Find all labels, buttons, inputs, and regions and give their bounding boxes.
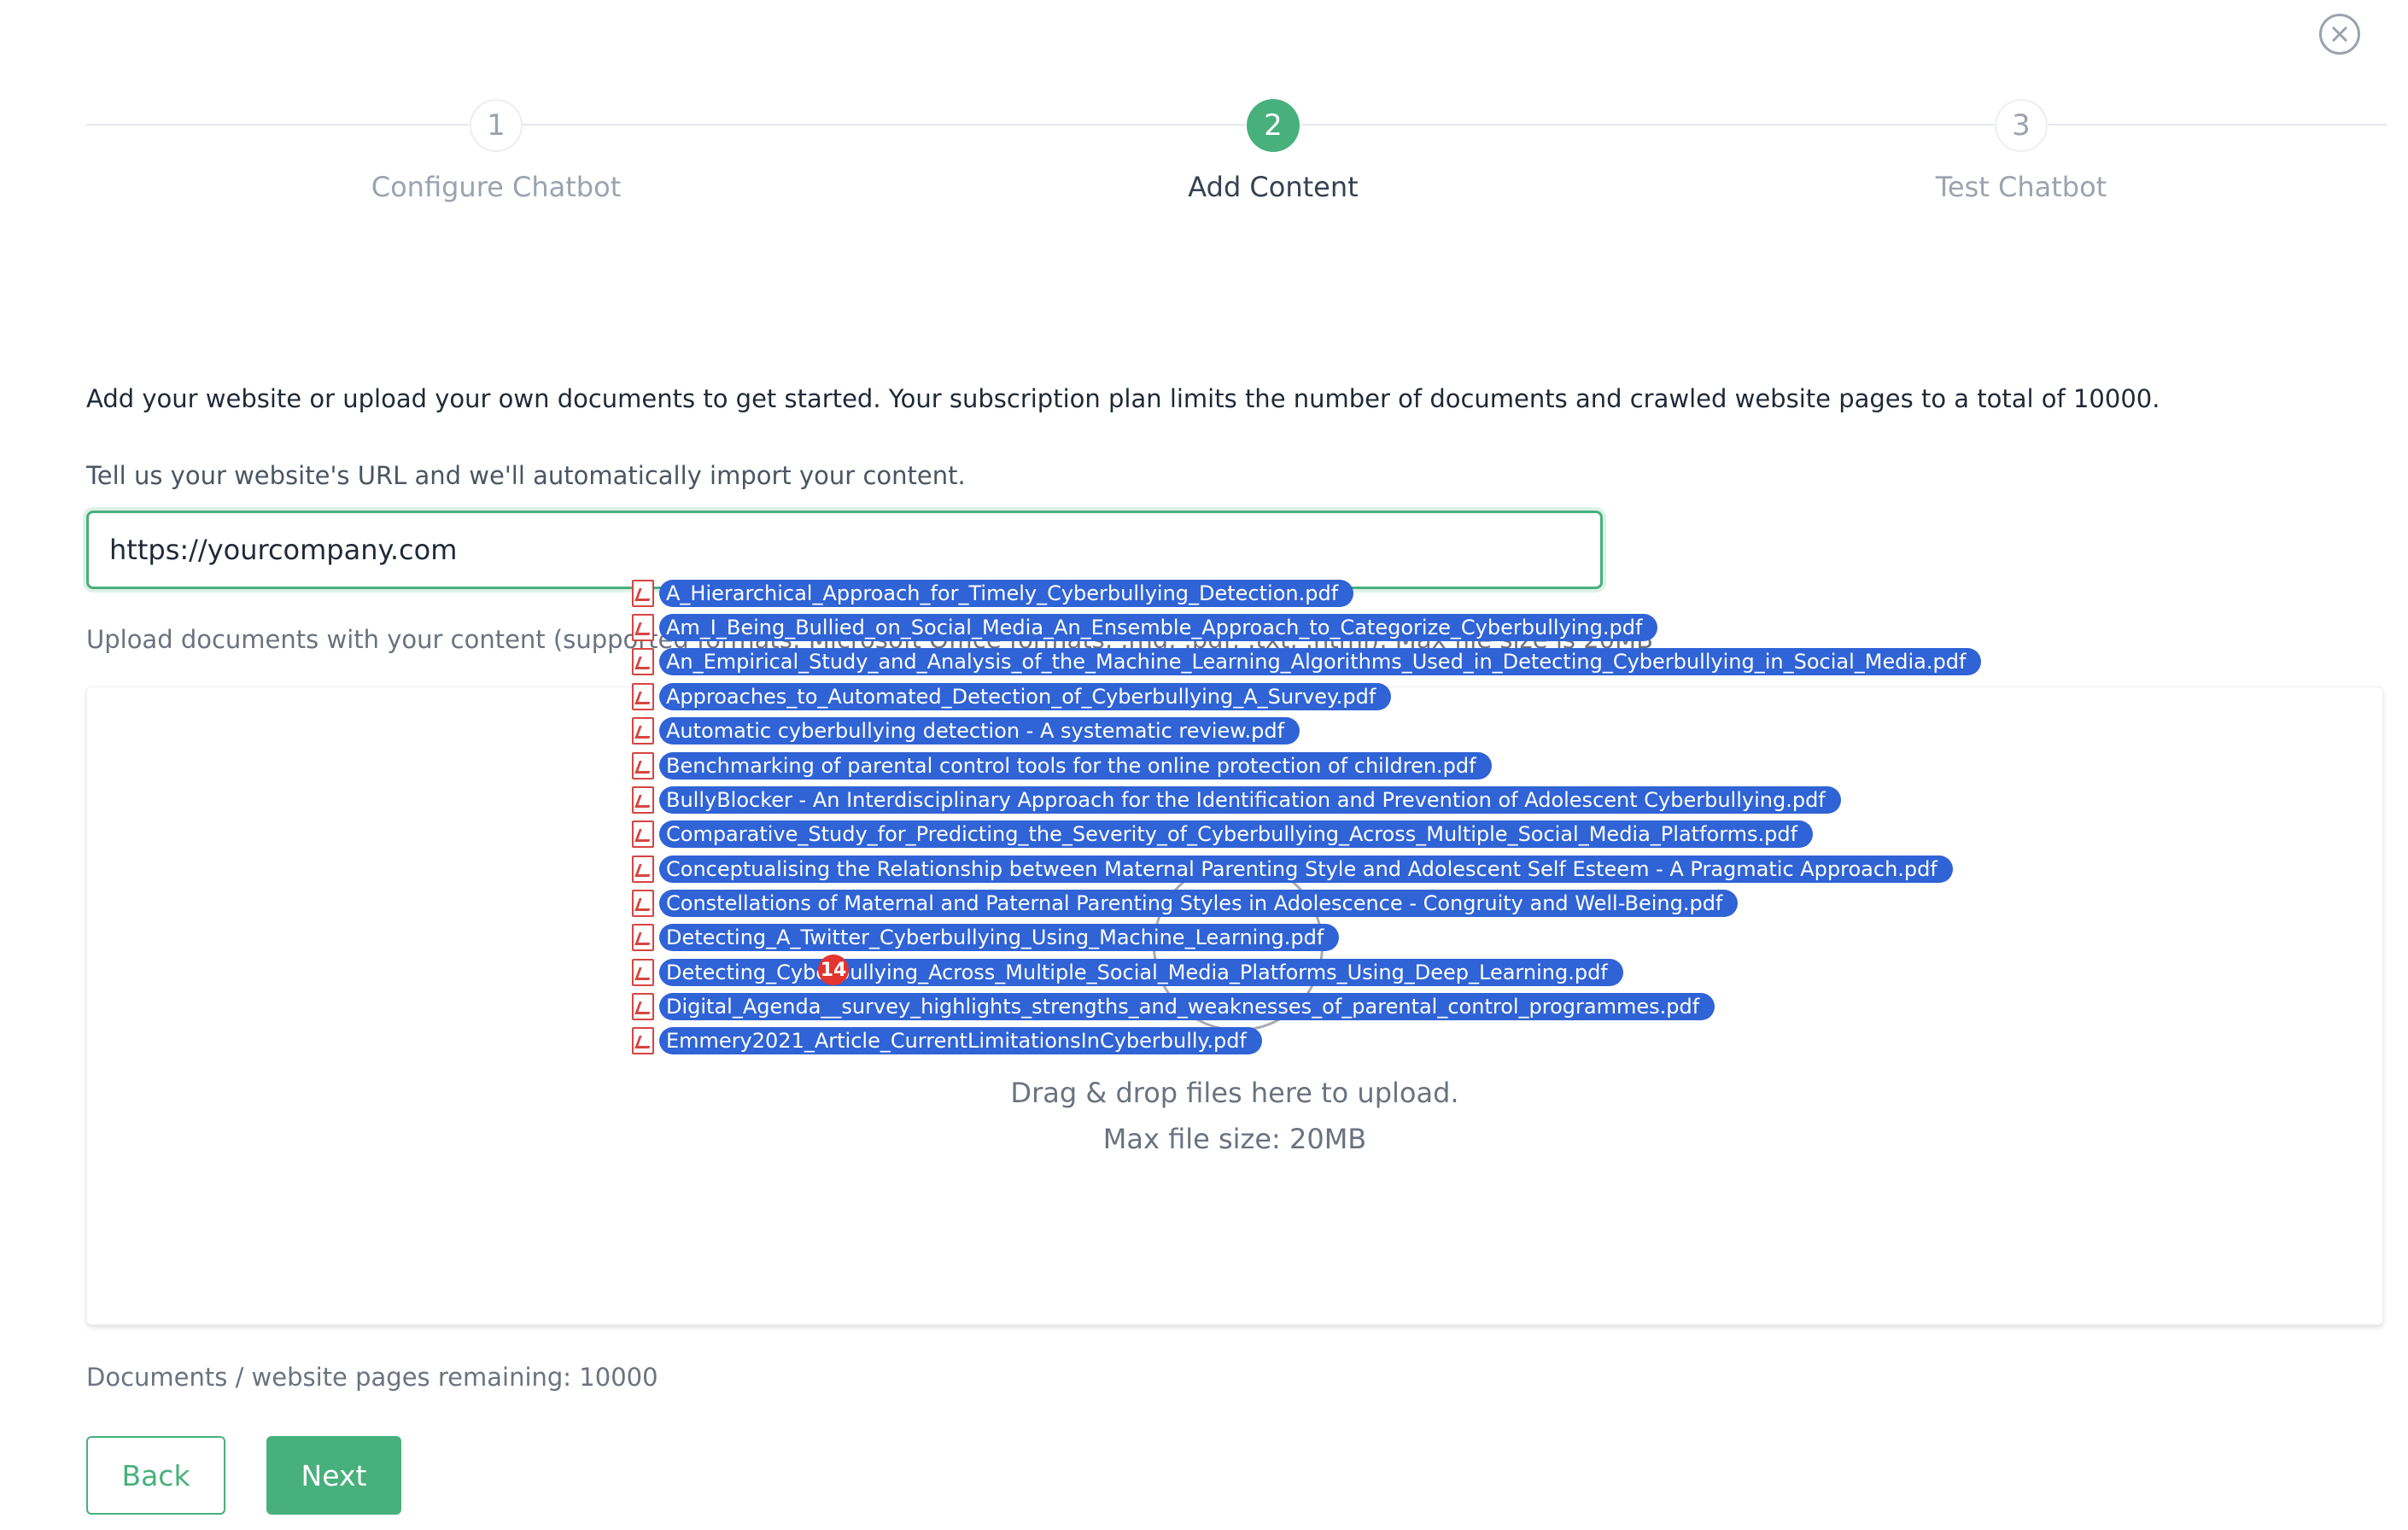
step-1-label: Configure Chatbot [371,171,622,203]
dragged-file: An_Empirical_Study_and_Analysis_of_the_M… [632,647,1982,676]
file-name: Digital_Agenda__survey_highlights_streng… [659,993,1715,1020]
pdf-file-icon [632,580,654,607]
pdf-file-icon [632,683,654,710]
file-name: Automatic cyberbullying detection - A sy… [659,717,1300,745]
url-label: Tell us your website's URL and we'll aut… [86,461,966,490]
pdf-file-icon [632,752,654,780]
file-name: BullyBlocker - An Interdisciplinary Appr… [659,786,1841,814]
step-3-label: Test Chatbot [1935,171,2107,203]
file-name: An_Empirical_Study_and_Analysis_of_the_M… [659,648,1982,675]
file-name: Detecting_A_Twitter_Cyberbullying_Using_… [659,924,1340,951]
dragged-file: Approaches_to_Automated_Detection_of_Cyb… [632,682,1392,711]
dragged-file: Digital_Agenda__survey_highlights_streng… [632,992,1715,1021]
pdf-file-icon [632,959,654,986]
file-name: Emmery2021_Article_CurrentLimitationsInC… [659,1027,1262,1054]
back-button[interactable]: Back [86,1436,225,1515]
pdf-file-icon [632,717,654,745]
dragged-file: Constellations of Maternal and Paternal … [632,889,1739,918]
dragged-file: Comparative_Study_for_Predicting_the_Sev… [632,820,1814,849]
step-2-label: Add Content [1188,171,1359,203]
file-name: Approaches_to_Automated_Detection_of_Cyb… [659,683,1392,710]
dragged-file: A_Hierarchical_Approach_for_Timely_Cyber… [632,579,1354,608]
dragged-file: Am_I_Being_Bullied_on_Social_Media_An_En… [632,613,1658,642]
pdf-file-icon [632,820,654,848]
file-name: Am_I_Being_Bullied_on_Social_Media_An_En… [659,614,1658,641]
remaining-count: Documents / website pages remaining: 100… [86,1363,658,1392]
stepper-line [523,124,1246,126]
pdf-file-icon [632,648,654,675]
dragged-file: BullyBlocker - An Interdisciplinary Appr… [632,785,1841,815]
stepper-line [1300,124,1994,126]
pdf-file-icon [632,786,654,814]
pdf-file-icon [632,614,654,641]
file-name: Detecting_Cyberbullying_Across_Multiple_… [659,959,1623,986]
stepper-line [2049,124,2387,126]
dragged-file: Conceptualising the Relationship between… [632,855,1953,884]
file-name: Benchmarking of parental control tools f… [659,752,1492,780]
dragged-file: Detecting_A_Twitter_Cyberbullying_Using_… [632,923,1340,952]
stepper-line [86,124,469,126]
next-button[interactable]: Next [266,1436,401,1515]
pdf-file-icon [632,993,654,1020]
drag-count-badge: 14 [818,955,849,985]
dragged-file: Automatic cyberbullying detection - A sy… [632,716,1300,745]
pdf-file-icon [632,890,654,917]
close-button[interactable] [2319,14,2360,55]
pdf-file-icon [632,924,654,951]
website-url-input[interactable] [86,511,1603,589]
file-name: Conceptualising the Relationship between… [659,856,1953,883]
close-icon [2331,26,2348,43]
dragged-file: Emmery2021_Article_CurrentLimitationsInC… [632,1026,1262,1055]
pdf-file-icon [632,856,654,883]
dragged-file: Detecting_Cyberbullying_Across_Multiple_… [632,958,1623,987]
dragged-file: Benchmarking of parental control tools f… [632,751,1492,780]
file-name: Constellations of Maternal and Paternal … [659,890,1739,917]
step-1-circle[interactable]: 1 [470,99,523,152]
dropzone-text: Drag & drop files here to upload. [1010,1077,1459,1109]
intro-text: Add your website or upload your own docu… [86,384,2160,413]
step-3-circle[interactable]: 3 [1995,99,2048,152]
step-2-circle[interactable]: 2 [1247,99,1300,152]
dropzone-max-size: Max file size: 20MB [1102,1123,1367,1155]
pdf-file-icon [632,1027,654,1054]
file-name: A_Hierarchical_Approach_for_Timely_Cyber… [659,580,1354,607]
file-name: Comparative_Study_for_Predicting_the_Sev… [659,820,1814,848]
